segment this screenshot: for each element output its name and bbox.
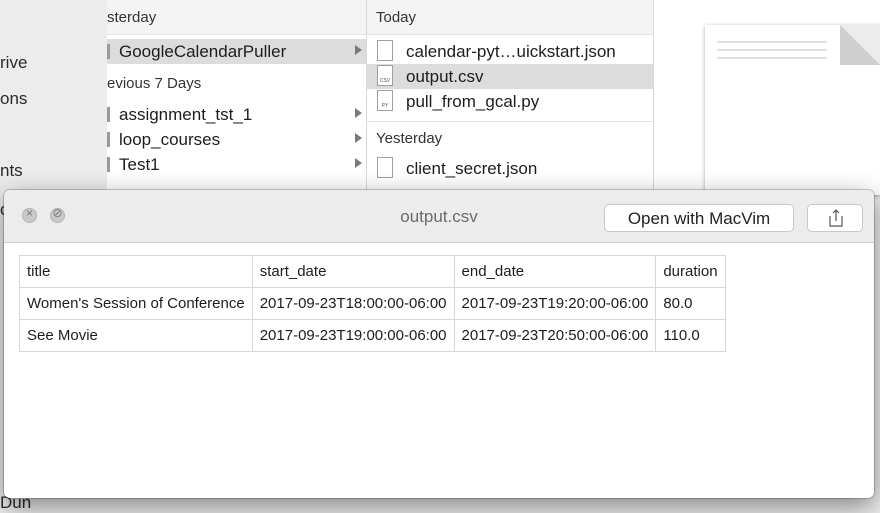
sidebar-item[interactable]: nts bbox=[0, 161, 23, 181]
group-header-yesterday: Yesterday bbox=[376, 130, 443, 147]
table-cell: See Movie bbox=[19, 319, 253, 352]
csv-file-icon bbox=[377, 65, 393, 86]
quicklook-window: × ⊘ output.csv Open with MacVim title st… bbox=[4, 190, 874, 498]
finder-column-2: Today calendar-pyt…uickstart.json output… bbox=[367, 0, 654, 190]
json-file-icon bbox=[377, 40, 393, 61]
file-row[interactable]: pull_from_gcal.py bbox=[367, 89, 653, 114]
folder-label: Test1 bbox=[119, 155, 160, 174]
table-header-cell: start_date bbox=[251, 255, 455, 288]
table-cell: 80.0 bbox=[655, 287, 726, 320]
open-with-macvim-button[interactable]: Open with MacVim bbox=[604, 204, 794, 232]
folder-row[interactable]: GoogleCalendarPuller bbox=[107, 39, 366, 64]
file-label: calendar-pyt…uickstart.json bbox=[406, 42, 616, 61]
folder-icon bbox=[107, 44, 110, 59]
folder-row[interactable]: assignment_tst_1 bbox=[107, 102, 366, 127]
table-row: Women's Session of Conference 2017-09-23… bbox=[19, 287, 726, 320]
table-cell: 2017-09-23T18:00:00-06:00 bbox=[251, 287, 455, 320]
folder-icon bbox=[107, 157, 110, 172]
folder-icon bbox=[107, 107, 110, 122]
group-header-previous-7-days: evious 7 Days bbox=[107, 75, 202, 92]
disclosure-arrow-icon bbox=[355, 45, 362, 55]
sidebar-item[interactable]: rive bbox=[0, 53, 27, 73]
file-row[interactable]: client_secret.json bbox=[367, 156, 653, 181]
finder-column-1: sterday GoogleCalendarPuller evious 7 Da… bbox=[107, 0, 367, 190]
document-thumbnail bbox=[705, 25, 880, 195]
folder-row[interactable]: Test1 bbox=[107, 152, 366, 177]
table-header-row: title start_date end_date duration bbox=[19, 255, 726, 288]
table-cell: 2017-09-23T19:00:00-06:00 bbox=[251, 319, 455, 352]
file-label: output.csv bbox=[406, 67, 484, 86]
quicklook-titlebar: × ⊘ output.csv Open with MacVim bbox=[4, 190, 874, 243]
disclosure-arrow-icon bbox=[355, 108, 362, 118]
table-header-cell: end_date bbox=[453, 255, 657, 288]
share-button[interactable] bbox=[807, 204, 863, 232]
folder-row[interactable]: loop_courses bbox=[107, 127, 366, 152]
folder-label: assignment_tst_1 bbox=[119, 105, 253, 124]
table-cell: Women's Session of Conference bbox=[19, 287, 253, 320]
disclosure-arrow-icon bbox=[355, 133, 362, 143]
file-label: pull_from_gcal.py bbox=[406, 92, 540, 111]
csv-table: title start_date end_date duration Women… bbox=[19, 255, 726, 352]
table-header-cell: duration bbox=[655, 255, 726, 288]
table-header-cell: title bbox=[19, 255, 253, 288]
folder-icon bbox=[107, 132, 110, 147]
disclosure-arrow-icon bbox=[355, 158, 362, 168]
json-file-icon bbox=[377, 157, 393, 178]
table-cell: 2017-09-23T19:20:00-06:00 bbox=[453, 287, 657, 320]
share-icon bbox=[829, 209, 843, 227]
table-row: See Movie 2017-09-23T19:00:00-06:00 2017… bbox=[19, 319, 726, 352]
table-cell: 110.0 bbox=[655, 319, 726, 352]
folder-label: GoogleCalendarPuller bbox=[119, 42, 287, 61]
file-row[interactable]: calendar-pyt…uickstart.json bbox=[367, 39, 653, 64]
folder-label: loop_courses bbox=[119, 130, 221, 149]
python-file-icon bbox=[377, 90, 393, 111]
table-cell: 2017-09-23T20:50:00-06:00 bbox=[453, 319, 657, 352]
file-label: client_secret.json bbox=[406, 159, 538, 178]
group-header-today: Today bbox=[376, 9, 417, 26]
file-row-selected[interactable]: output.csv bbox=[367, 64, 653, 89]
group-header-yesterday: sterday bbox=[107, 9, 157, 26]
sidebar-item[interactable]: ons bbox=[0, 89, 27, 109]
